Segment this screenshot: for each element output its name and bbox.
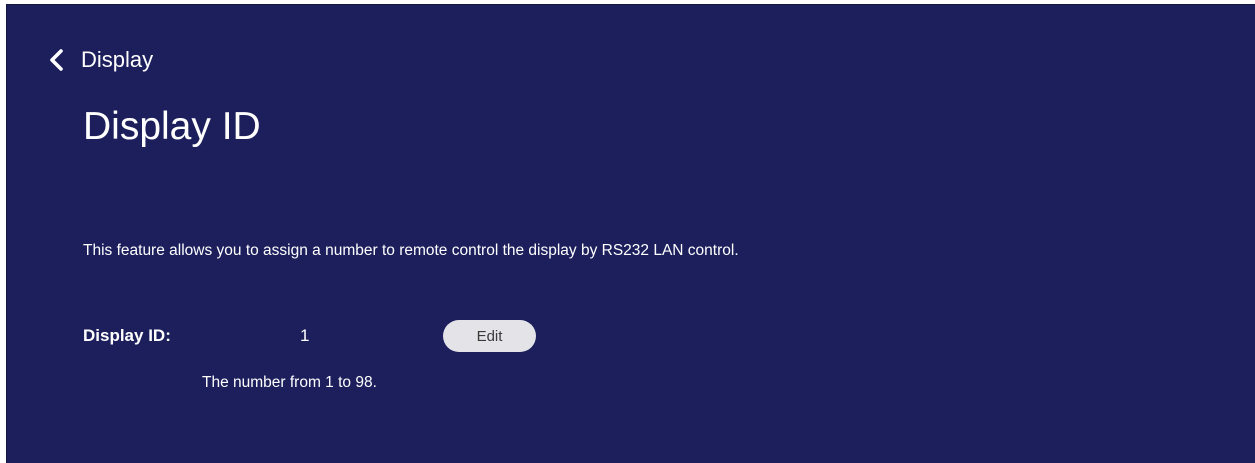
display-id-range-hint: The number from 1 to 98. xyxy=(202,374,377,391)
page-title: Display ID xyxy=(83,105,261,148)
chevron-left-icon[interactable] xyxy=(45,47,67,73)
display-id-value: 1 xyxy=(300,326,310,345)
edit-button[interactable]: Edit xyxy=(443,320,536,352)
feature-description: This feature allows you to assign a numb… xyxy=(83,242,739,259)
back-label[interactable]: Display xyxy=(81,47,153,73)
settings-screen: Display Display ID This feature allows y… xyxy=(6,4,1255,463)
display-id-label: Display ID: xyxy=(83,326,171,345)
back-navigation[interactable]: Display xyxy=(45,45,153,75)
